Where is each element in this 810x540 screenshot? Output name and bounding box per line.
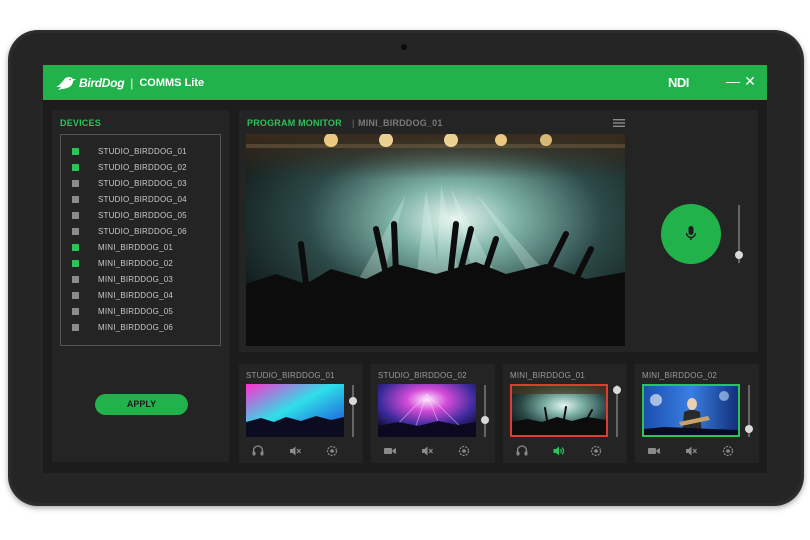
device-label: STUDIO_BIRDDOG_06 bbox=[98, 227, 187, 236]
device-list: STUDIO_BIRDDOG_01 STUDIO_BIRDDOG_02 STUD… bbox=[60, 134, 221, 346]
device-label: STUDIO_BIRDDOG_03 bbox=[98, 179, 187, 188]
device-checkbox[interactable] bbox=[72, 148, 79, 155]
settings-icon[interactable] bbox=[325, 444, 339, 458]
speaker-active-icon[interactable] bbox=[552, 444, 566, 458]
tile-volume-track[interactable] bbox=[352, 385, 354, 437]
app-logo: BirdDog | COMMS Lite bbox=[55, 74, 204, 92]
device-checkbox[interactable] bbox=[72, 276, 79, 283]
mute-icon[interactable] bbox=[420, 444, 434, 458]
camera-icon[interactable] bbox=[647, 444, 661, 458]
tablet-camera bbox=[401, 44, 407, 50]
device-checkbox[interactable] bbox=[72, 212, 79, 219]
device-item[interactable]: MINI_BIRDDOG_04 bbox=[61, 288, 221, 303]
device-label: MINI_BIRDDOG_01 bbox=[98, 243, 173, 252]
tile-label: MINI_BIRDDOG_01 bbox=[510, 371, 585, 380]
device-checkbox[interactable] bbox=[72, 308, 79, 315]
headset-icon[interactable] bbox=[515, 444, 529, 458]
tile-video-image bbox=[644, 386, 738, 435]
device-label: MINI_BIRDDOG_03 bbox=[98, 275, 173, 284]
source-tile[interactable]: STUDIO_BIRDDOG_01 bbox=[239, 364, 363, 463]
title-bar: BirdDog | COMMS Lite NDI — ✕ bbox=[43, 65, 767, 100]
mute-icon[interactable] bbox=[684, 444, 698, 458]
device-item[interactable]: MINI_BIRDDOG_03 bbox=[61, 272, 221, 287]
headset-icon[interactable] bbox=[251, 444, 265, 458]
device-label: MINI_BIRDDOG_06 bbox=[98, 323, 173, 332]
device-item[interactable]: STUDIO_BIRDDOG_06 bbox=[61, 224, 221, 239]
tile-controls bbox=[246, 444, 344, 458]
tile-video[interactable] bbox=[642, 384, 740, 437]
microphone-icon bbox=[685, 225, 697, 243]
app-window: BirdDog | COMMS Lite NDI — ✕ DEVICES STU… bbox=[43, 65, 767, 473]
device-checkbox[interactable] bbox=[72, 180, 79, 187]
tile-video[interactable] bbox=[510, 384, 608, 437]
apply-button[interactable]: APPLY bbox=[95, 394, 188, 415]
device-item[interactable]: STUDIO_BIRDDOG_02 bbox=[61, 160, 221, 175]
source-tile[interactable]: MINI_BIRDDOG_02 bbox=[635, 364, 759, 463]
device-label: MINI_BIRDDOG_04 bbox=[98, 291, 173, 300]
device-label: STUDIO_BIRDDOG_04 bbox=[98, 195, 187, 204]
tile-label: STUDIO_BIRDDOG_02 bbox=[378, 371, 467, 380]
camera-icon[interactable] bbox=[383, 444, 397, 458]
device-item[interactable]: STUDIO_BIRDDOG_05 bbox=[61, 208, 221, 223]
program-monitor-panel: PROGRAM MONITOR | MINI_BIRDDOG_01 bbox=[239, 110, 758, 352]
device-label: STUDIO_BIRDDOG_05 bbox=[98, 211, 187, 220]
settings-icon[interactable] bbox=[457, 444, 471, 458]
device-item[interactable]: STUDIO_BIRDDOG_04 bbox=[61, 192, 221, 207]
mute-icon[interactable] bbox=[288, 444, 302, 458]
devices-panel: DEVICES STUDIO_BIRDDOG_01 STUDIO_BIRDDOG… bbox=[52, 110, 229, 462]
microphone-button[interactable] bbox=[661, 204, 721, 264]
device-label: STUDIO_BIRDDOG_02 bbox=[98, 163, 187, 172]
device-item[interactable]: MINI_BIRDDOG_05 bbox=[61, 304, 221, 319]
tile-volume-knob[interactable] bbox=[481, 416, 489, 424]
brand-name: BirdDog bbox=[79, 76, 124, 90]
device-checkbox[interactable] bbox=[72, 324, 79, 331]
device-label: MINI_BIRDDOG_05 bbox=[98, 307, 173, 316]
tile-video-image bbox=[512, 386, 606, 435]
ndi-badge: NDI bbox=[668, 75, 689, 90]
tile-controls bbox=[510, 444, 608, 458]
tile-video[interactable] bbox=[378, 384, 476, 437]
device-label: STUDIO_BIRDDOG_01 bbox=[98, 147, 187, 156]
tile-volume-knob[interactable] bbox=[349, 397, 357, 405]
device-item[interactable]: MINI_BIRDDOG_06 bbox=[61, 320, 221, 335]
program-volume-knob[interactable] bbox=[735, 251, 743, 259]
device-item[interactable]: MINI_BIRDDOG_01 bbox=[61, 240, 221, 255]
tile-video-image bbox=[378, 384, 476, 437]
settings-icon[interactable] bbox=[589, 444, 603, 458]
tile-label: STUDIO_BIRDDOG_01 bbox=[246, 371, 335, 380]
title-separator: | bbox=[130, 76, 133, 90]
tile-volume-knob[interactable] bbox=[745, 425, 753, 433]
tile-volume-knob[interactable] bbox=[613, 386, 621, 394]
app-name: COMMS Lite bbox=[139, 77, 204, 89]
close-button[interactable]: ✕ bbox=[743, 73, 757, 89]
device-checkbox[interactable] bbox=[72, 228, 79, 235]
source-tile[interactable]: MINI_BIRDDOG_01 bbox=[503, 364, 627, 463]
device-item[interactable]: MINI_BIRDDOG_02 bbox=[61, 256, 221, 271]
program-monitor-title: PROGRAM MONITOR bbox=[247, 118, 342, 128]
program-video bbox=[246, 134, 625, 346]
tile-video[interactable] bbox=[246, 384, 344, 437]
tile-video-image bbox=[246, 384, 344, 437]
device-checkbox[interactable] bbox=[72, 292, 79, 299]
tile-volume-track[interactable] bbox=[484, 385, 486, 437]
program-title-divider: | bbox=[352, 118, 354, 128]
device-item[interactable]: STUDIO_BIRDDOG_01 bbox=[61, 144, 221, 159]
device-label: MINI_BIRDDOG_02 bbox=[98, 259, 173, 268]
device-checkbox[interactable] bbox=[72, 244, 79, 251]
device-checkbox[interactable] bbox=[72, 196, 79, 203]
source-tile[interactable]: STUDIO_BIRDDOG_02 bbox=[371, 364, 495, 463]
device-checkbox[interactable] bbox=[72, 260, 79, 267]
tile-label: MINI_BIRDDOG_02 bbox=[642, 371, 717, 380]
tile-controls bbox=[378, 444, 476, 458]
menu-icon[interactable] bbox=[613, 118, 625, 128]
device-checkbox[interactable] bbox=[72, 164, 79, 171]
settings-icon[interactable] bbox=[721, 444, 735, 458]
devices-title: DEVICES bbox=[60, 118, 101, 128]
device-item[interactable]: STUDIO_BIRDDOG_03 bbox=[61, 176, 221, 191]
concert-video-image bbox=[246, 134, 625, 346]
bird-logo-icon bbox=[55, 75, 77, 91]
tile-controls bbox=[642, 444, 740, 458]
program-source-name: MINI_BIRDDOG_01 bbox=[358, 118, 443, 128]
minimize-button[interactable]: — bbox=[726, 73, 740, 89]
